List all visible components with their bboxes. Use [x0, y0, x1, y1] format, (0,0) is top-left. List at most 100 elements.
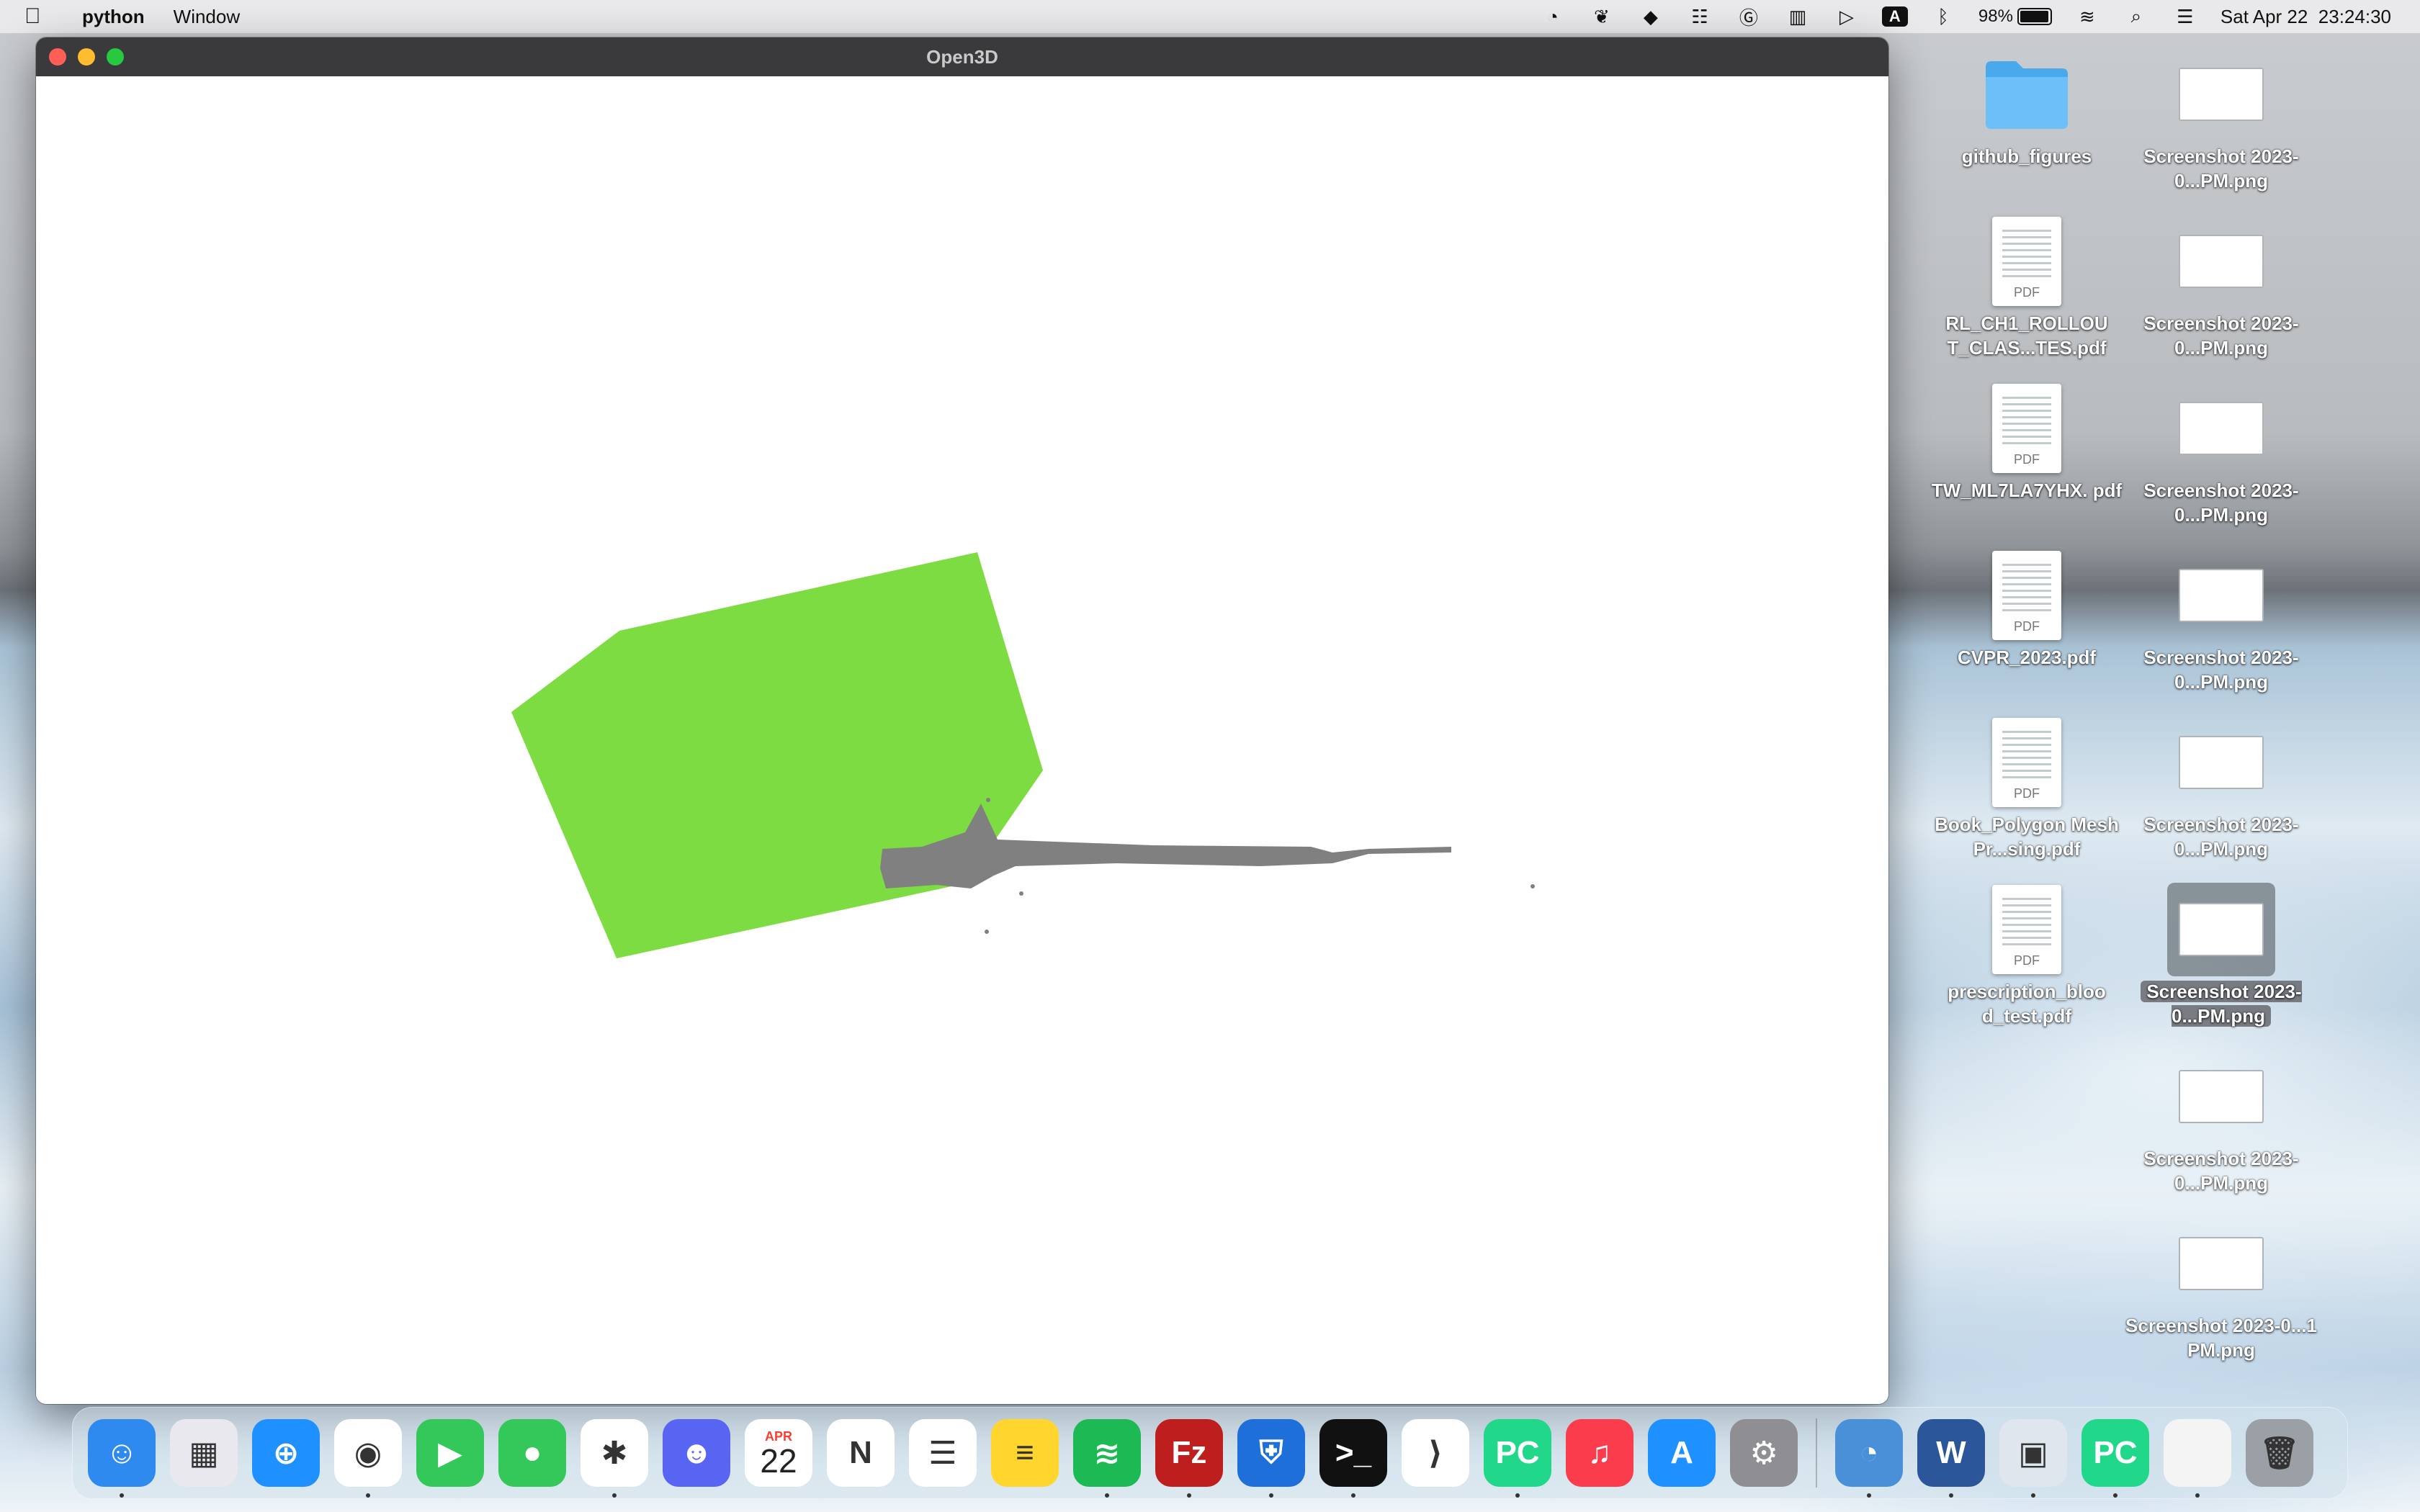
slack-icon: ✱	[581, 1419, 648, 1487]
app-menu-name[interactable]: python	[82, 6, 145, 28]
image-thumbnail-icon	[2179, 736, 2264, 789]
desktop-file[interactable]: PDF CVPR_2023.pdf	[1930, 549, 2124, 670]
desktop-folder[interactable]: github_figures	[1930, 48, 2124, 168]
running-indicator	[1105, 1493, 1109, 1498]
battery-icon	[2017, 8, 2052, 25]
desktop-file[interactable]: PDF prescription_bloo d_test.pdf	[1930, 883, 2124, 1028]
terminal-icon: >_	[1319, 1419, 1387, 1487]
desktop-file[interactable]: Screenshot 2023-0...1 PM.png	[2124, 1217, 2318, 1362]
wifi-icon[interactable]: ≋	[2074, 6, 2101, 27]
desktop-item-label: TW_ML7LA7YHX. pdf	[1931, 480, 2123, 501]
notes-icon: ≡	[991, 1419, 1059, 1487]
word-dock-item[interactable]: W	[1912, 1414, 1990, 1498]
image-thumbnail-icon	[2179, 1237, 2264, 1290]
document-icon	[2164, 1419, 2231, 1487]
calendar-day: 22	[760, 1441, 797, 1480]
desktop-item-label: Book_Polygon Mesh Pr...sing.pdf	[1935, 814, 2119, 860]
music-icon: ♫	[1566, 1419, 1634, 1487]
vpn-shield-dock-item[interactable]: ⛨	[1232, 1414, 1310, 1498]
zoom-window-button[interactable]	[107, 48, 124, 66]
safari-dock-item[interactable]: ⊕	[247, 1414, 325, 1492]
pycharm-icon: PC	[1484, 1419, 1551, 1487]
image-thumbnail-icon	[2179, 235, 2264, 288]
pycharm-dock-item[interactable]: PC	[1479, 1414, 1556, 1498]
word-icon: W	[1917, 1419, 1985, 1487]
box-icon[interactable]: ◆	[1637, 6, 1664, 27]
vscode-dock-item[interactable]: ⟩	[1397, 1414, 1474, 1492]
bluetooth-icon[interactable]: ᛒ	[1930, 6, 1957, 27]
pycharm-dock-item[interactable]: PC	[2076, 1414, 2154, 1498]
desktop-file[interactable]: Screenshot 2023-0...PM.png	[2124, 382, 2318, 527]
launchpad-icon: ▦	[170, 1419, 238, 1487]
document-dock-item[interactable]	[2159, 1414, 2236, 1498]
database-icon[interactable]: ☷	[1686, 6, 1713, 27]
running-indicator	[1949, 1493, 1953, 1498]
running-indicator	[2113, 1493, 2118, 1498]
open3d-window[interactable]: Open3D	[36, 37, 1888, 1404]
running-indicator	[2031, 1493, 2035, 1498]
desktop-file[interactable]: Screenshot 2023-0...PM.png	[2124, 883, 2318, 1028]
terminal-dock-item[interactable]: >_	[1314, 1414, 1392, 1498]
search-icon[interactable]: ⌕	[2123, 5, 2150, 27]
chrome-dock-item[interactable]: ◉	[329, 1414, 407, 1498]
window-titlebar[interactable]: Open3D	[36, 37, 1888, 76]
memory-icon[interactable]: ▥	[1784, 6, 1811, 27]
clock[interactable]: Sat Apr 22 23:24:30	[2220, 6, 2391, 28]
grammarly-icon[interactable]: Ⓖ	[1735, 6, 1762, 29]
slack-dock-item[interactable]: ✱	[575, 1414, 653, 1498]
facetime-icon: ▶	[416, 1419, 484, 1487]
desktop-file[interactable]: Screenshot 2023-0...PM.png	[2124, 1050, 2318, 1195]
desktop-file[interactable]: PDF RL_CH1_ROLLOU T_CLAS...TES.pdf	[1930, 215, 2124, 360]
image-thumbnail-icon	[2179, 903, 2264, 956]
trash-dock-item[interactable]: 🗑	[2241, 1414, 2318, 1492]
input-source-icon[interactable]: A	[1881, 6, 1908, 27]
running-indicator	[612, 1493, 617, 1498]
system-settings-dock-item[interactable]: ⚙	[1725, 1414, 1803, 1492]
apple-menu-icon[interactable]: 	[24, 4, 53, 29]
pdf-document-icon: PDF	[1992, 551, 2061, 640]
play-icon[interactable]: ▷	[1833, 6, 1860, 27]
desktop-file[interactable]: PDF TW_ML7LA7YHX. pdf	[1930, 382, 2124, 503]
desktop-file[interactable]: Screenshot 2023-0...PM.png	[2124, 215, 2318, 360]
close-window-button[interactable]	[49, 48, 66, 66]
launchpad-dock-item[interactable]: ▦	[165, 1414, 243, 1492]
finder-dock-item[interactable]: ☺	[83, 1414, 161, 1498]
facetime-dock-item[interactable]: ▶	[411, 1414, 489, 1492]
desktop-file[interactable]: Screenshot 2023-0...PM.png	[2124, 549, 2318, 694]
minimize-window-button[interactable]	[78, 48, 95, 66]
timer-icon[interactable]: ◔	[1539, 6, 1567, 27]
notes-dock-item[interactable]: ≡	[986, 1414, 1064, 1492]
spotify-dock-item[interactable]: ≋	[1068, 1414, 1146, 1498]
notion-dock-item[interactable]: N	[822, 1414, 900, 1492]
trash-icon: 🗑	[2246, 1419, 2313, 1487]
app-store-dock-item[interactable]: A	[1643, 1414, 1721, 1492]
music-dock-item[interactable]: ♫	[1561, 1414, 1639, 1492]
vpn-shield-icon: ⛨	[1237, 1419, 1305, 1487]
control-center-icon[interactable]: ☰	[2172, 6, 2199, 27]
desktop-item-label: Screenshot 2023-0...PM.png	[2143, 814, 2299, 860]
preview-dock-item[interactable]: ▣	[1994, 1414, 2072, 1498]
rabbit-icon[interactable]: ❦	[1588, 6, 1615, 27]
pdf-document-icon: PDF	[1992, 384, 2061, 473]
desktop-item-label: CVPR_2023.pdf	[1957, 647, 2097, 668]
safari-icon: ⊕	[252, 1419, 320, 1487]
desktop-file[interactable]: Screenshot 2023-0...PM.png	[2124, 716, 2318, 861]
vscode-icon: ⟩	[1402, 1419, 1469, 1487]
battery-indicator[interactable]: 98%	[1978, 6, 2052, 27]
reminders-dock-item[interactable]: ☰	[904, 1414, 982, 1492]
desktop-file[interactable]: Screenshot 2023-0...PM.png	[2124, 48, 2318, 193]
filezilla-dock-item[interactable]: Fz	[1150, 1414, 1228, 1498]
running-indicator	[1269, 1493, 1273, 1498]
pdf-document-icon: PDF	[1992, 217, 2061, 306]
messages-dock-item[interactable]: ●	[493, 1414, 571, 1492]
battery-percent: 98%	[1978, 6, 2013, 26]
discord-dock-item[interactable]: ☻	[658, 1414, 735, 1492]
calendar-dock-item[interactable]: APR 22	[740, 1414, 817, 1492]
3d-viewport[interactable]	[36, 76, 1888, 1404]
point-cloud	[880, 798, 1535, 934]
desktop-file[interactable]: PDF Book_Polygon Mesh Pr...sing.pdf	[1930, 716, 2124, 861]
menu-window[interactable]: Window	[174, 6, 240, 28]
status-area: ◔ ❦ ◆ ☷ Ⓖ ▥ ▷ A ᛒ 98% ≋ ⌕ ☰ Sat Apr 22 2…	[1539, 5, 2403, 29]
time-tracker-dock-item[interactable]: ◔	[1830, 1414, 1908, 1498]
desktop-item-label: Screenshot 2023-0...PM.png	[2143, 1148, 2299, 1194]
